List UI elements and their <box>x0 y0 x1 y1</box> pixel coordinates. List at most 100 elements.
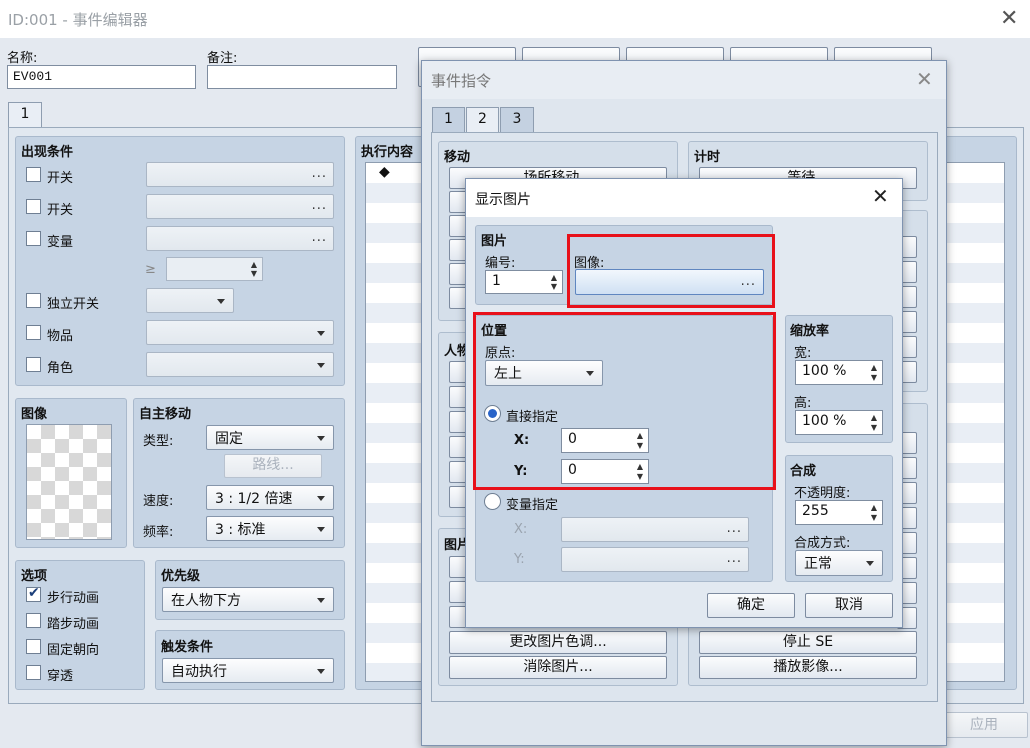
vy-label: Y: <box>514 552 525 567</box>
window-titlebar: ID:001 - 事件编辑器 ✕ <box>0 0 1030 38</box>
chevron-down-icon <box>317 527 325 532</box>
picture-section-title: 图片 <box>481 234 508 249</box>
tint-picture-button[interactable]: 更改图片色调... <box>449 631 667 654</box>
spin-up-icon[interactable]: ▲ <box>871 364 877 372</box>
blend-mode-value: 正常 <box>804 556 832 572</box>
step-anim-label: 踏步动画 <box>47 617 100 632</box>
chevron-down-icon <box>317 496 325 501</box>
scale-section-title: 缩放率 <box>790 324 830 339</box>
blend-section-title: 合成 <box>790 464 817 479</box>
move-freq-select[interactable]: 3 : 标准 <box>206 516 334 541</box>
main-apply-button[interactable]: 应用 <box>940 712 1028 738</box>
actor-checkbox[interactable] <box>26 357 41 372</box>
tab-commands-2[interactable]: 2 <box>466 107 499 133</box>
chevron-down-icon <box>866 561 874 566</box>
variable-checkbox[interactable] <box>26 231 41 246</box>
move-speed-select[interactable]: 3 : 1/2 倍速 <box>206 485 334 510</box>
switch2-ellipsis: ... <box>311 198 327 213</box>
width-value: 100 % <box>802 363 847 379</box>
through-checkbox[interactable] <box>26 665 41 680</box>
variable-radio-label: 变量指定 <box>506 498 559 513</box>
self-switch-checkbox[interactable] <box>26 293 41 308</box>
spin-up-icon[interactable]: ▲ <box>871 414 877 422</box>
actor-select[interactable] <box>146 352 334 377</box>
priority-value: 在人物下方 <box>171 593 241 609</box>
switch2-label: 开关 <box>47 203 74 218</box>
height-spinner[interactable]: 100 % ▲ ▼ <box>795 410 883 435</box>
item-checkbox[interactable] <box>26 325 41 340</box>
tab-commands-3[interactable]: 3 <box>500 107 534 133</box>
width-spinner[interactable]: 100 % ▲ ▼ <box>795 360 883 385</box>
erase-picture-button[interactable]: 消除图片... <box>449 656 667 679</box>
vy-ellipsis: ... <box>726 551 742 566</box>
priority-select[interactable]: 在人物下方 <box>162 587 334 612</box>
auto-move-title: 自主移动 <box>139 407 192 422</box>
spin-down-icon[interactable]: ▼ <box>871 424 877 432</box>
switch2-select[interactable]: ... <box>146 194 334 219</box>
cancel-button[interactable]: 取消 <box>805 593 893 618</box>
variable-radio[interactable] <box>484 493 501 510</box>
route-button[interactable]: 路线... <box>224 454 322 478</box>
window-title: ID:001 - 事件编辑器 <box>8 11 148 29</box>
spin-up-icon[interactable]: ▲ <box>251 261 257 269</box>
trigger-select[interactable]: 自动执行 <box>162 658 334 683</box>
move-type-label: 类型: <box>143 434 174 449</box>
chevron-down-icon <box>217 299 225 304</box>
opacity-value: 255 <box>802 503 829 519</box>
show-picture-close-icon[interactable]: ✕ <box>872 186 889 206</box>
play-movie-button[interactable]: 播放影像... <box>699 656 917 679</box>
tab-commands-1[interactable]: 1 <box>432 107 465 133</box>
event-image-preview[interactable] <box>26 424 112 540</box>
event-commands-close-icon[interactable]: ✕ <box>916 69 933 89</box>
spin-up-icon[interactable]: ▲ <box>871 504 877 512</box>
variable-value-spinner[interactable]: ▲ ▼ <box>166 257 263 281</box>
move-type-select[interactable]: 固定 <box>206 425 334 450</box>
ok-button[interactable]: 确定 <box>707 593 795 618</box>
spin-down-icon[interactable]: ▼ <box>251 270 257 278</box>
vy-select[interactable]: ... <box>561 547 749 572</box>
move-freq-label: 频率: <box>143 525 174 540</box>
show-picture-titlebar <box>466 179 902 217</box>
switch2-checkbox[interactable] <box>26 199 41 214</box>
opacity-label: 不透明度: <box>794 486 851 501</box>
event-commands-title: 事件指令 <box>431 72 492 90</box>
trigger-title: 触发条件 <box>161 640 214 655</box>
options-title: 选项 <box>21 569 48 584</box>
picture-number-spinner[interactable]: 1 ▲ ▼ <box>485 270 563 294</box>
item-label: 物品 <box>47 329 74 344</box>
height-label: 高: <box>794 396 812 411</box>
spin-down-icon[interactable]: ▼ <box>871 374 877 382</box>
spin-down-icon[interactable]: ▼ <box>871 514 877 522</box>
stop-se-button[interactable]: 停止 SE <box>699 631 917 654</box>
blend-mode-select[interactable]: 正常 <box>795 550 883 576</box>
move-speed-label: 速度: <box>143 494 174 509</box>
self-switch-select[interactable] <box>146 288 234 313</box>
walk-anim-checkbox[interactable] <box>26 585 41 602</box>
step-anim-checkbox[interactable] <box>26 613 41 628</box>
move-group-title: 移动 <box>444 150 471 165</box>
ge-symbol: ≥ <box>145 262 156 277</box>
switch1-select[interactable]: ... <box>146 162 334 187</box>
vx-select[interactable]: ... <box>561 517 749 542</box>
blend-mode-label: 合成方式: <box>794 536 851 551</box>
content-title: 执行内容 <box>361 145 414 160</box>
tab-page-1[interactable]: 1 <box>8 102 42 128</box>
event-commands-titlebar <box>422 61 946 99</box>
spin-down-icon[interactable]: ▼ <box>551 283 557 291</box>
timing-group-title: 计时 <box>694 150 721 165</box>
chevron-down-icon <box>317 669 325 674</box>
switch1-label: 开关 <box>47 171 74 186</box>
opacity-spinner[interactable]: 255 ▲ ▼ <box>795 500 883 525</box>
direction-fix-checkbox[interactable] <box>26 639 41 654</box>
window-close-icon[interactable]: ✕ <box>1000 8 1018 30</box>
item-select[interactable] <box>146 320 334 345</box>
name-input[interactable]: EV001 <box>7 65 196 89</box>
direction-fix-label: 固定朝向 <box>47 643 100 658</box>
chevron-down-icon <box>317 436 325 441</box>
variable-label: 变量 <box>47 235 74 250</box>
spin-up-icon[interactable]: ▲ <box>551 274 557 282</box>
command-bullet[interactable]: ◆ <box>379 164 390 180</box>
note-input[interactable] <box>207 65 397 89</box>
variable-select[interactable]: ... <box>146 226 334 251</box>
switch1-checkbox[interactable] <box>26 167 41 182</box>
